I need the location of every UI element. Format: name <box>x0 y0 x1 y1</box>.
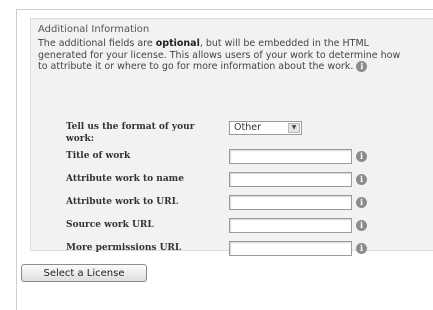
title-of-work-label: Title of work <box>66 151 131 161</box>
attribute-name-help-icon[interactable]: i <box>356 174 367 185</box>
attribute-url-help-icon[interactable]: i <box>356 197 367 208</box>
format-select-value: Other <box>234 122 261 133</box>
description-line-2: generated for your license. This allows … <box>38 49 401 61</box>
title-of-work-input[interactable] <box>229 149 352 164</box>
more-permissions-url-label: More permissions URL <box>66 243 182 253</box>
more-permissions-url-input[interactable] <box>229 241 352 256</box>
description-line-1: The additional fields are optional, but … <box>38 38 428 50</box>
section-title: Additional Information <box>38 24 150 35</box>
format-label-line-2: work: <box>66 134 95 144</box>
description-line-3: to attribute it or where to go for more … <box>38 61 428 73</box>
source-work-url-label: Source work URL <box>66 220 154 230</box>
section-description: The additional fields are optional, but … <box>38 38 428 73</box>
source-work-url-input[interactable] <box>229 218 352 233</box>
attribute-url-input[interactable] <box>229 195 352 210</box>
description-text: The additional fields are <box>38 38 156 49</box>
description-text: , but will be embedded in the HTML <box>199 38 369 49</box>
title-of-work-help-icon[interactable]: i <box>356 151 367 162</box>
description-text: to attribute it or where to go for more … <box>38 61 354 72</box>
attribute-name-input[interactable] <box>229 172 352 187</box>
chevron-down-icon[interactable]: ▼ <box>288 123 300 133</box>
select-license-button[interactable]: Select a License <box>21 264 147 282</box>
attribute-name-label: Attribute work to name <box>66 174 184 184</box>
info-icon[interactable]: i <box>356 61 368 72</box>
description-emphasis: optional <box>155 38 200 49</box>
format-select[interactable]: Other ▼ <box>229 121 302 135</box>
attribute-url-label: Attribute work to URL <box>66 197 178 207</box>
format-label-line-1: Tell us the format of your <box>66 122 195 132</box>
source-work-url-help-icon[interactable]: i <box>356 220 367 231</box>
more-permissions-url-help-icon[interactable]: i <box>356 243 367 254</box>
